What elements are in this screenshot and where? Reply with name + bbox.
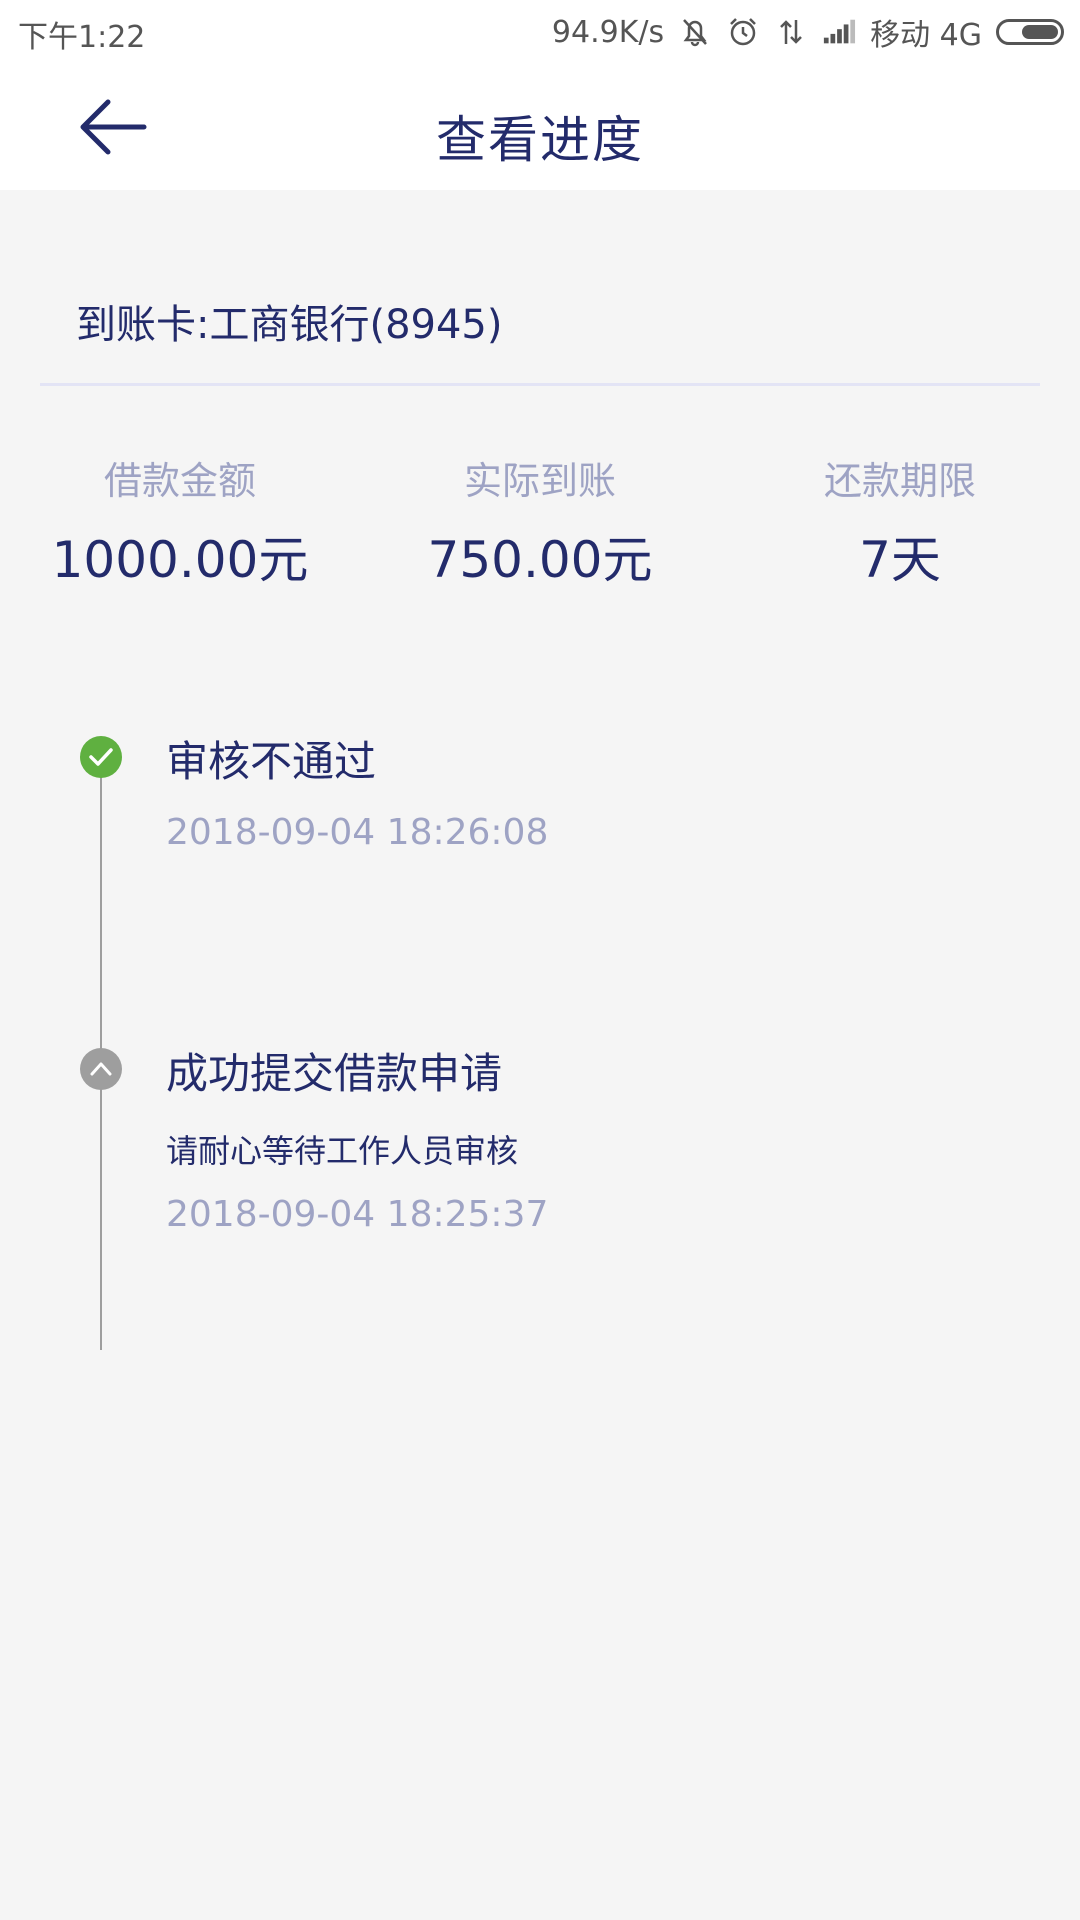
battery-icon [996, 19, 1064, 45]
stat-label: 实际到账 [463, 459, 616, 503]
chevron-up-icon [80, 1048, 122, 1090]
data-arrows-icon [774, 15, 808, 49]
timeline-time: 2018-09-04 18:25:37 [166, 1194, 549, 1235]
stat-label: 还款期限 [823, 459, 976, 503]
check-icon [80, 736, 122, 778]
timeline-subtitle: 请耐心等待工作人员审核 [166, 1132, 519, 1170]
status-bar: 下午1:22 94.9K/s 移动 4G [0, 0, 1080, 60]
stat-value: 1000.00元 [51, 531, 309, 589]
stat-value: 7天 [859, 531, 941, 589]
bell-muted-icon [678, 15, 712, 49]
status-time: 下午1:22 [18, 20, 146, 55]
timeline-title: 审核不通过 [166, 737, 377, 786]
stat-value: 750.00元 [427, 531, 653, 589]
network-speed: 94.9K/s [551, 14, 665, 50]
status-right: 94.9K/s 移动 4G [552, 10, 1064, 54]
receiving-card: 到账卡:工商银行(8945) [76, 302, 503, 348]
stat-loan-amount: 借款金额 1000.00元 [0, 450, 360, 592]
stat-label: 借款金额 [103, 459, 256, 503]
divider [40, 383, 1040, 386]
timeline-time: 2018-09-04 18:26:08 [166, 812, 549, 853]
timeline-title: 成功提交借款申请 [166, 1049, 503, 1098]
carrier-label: 移动 4G [870, 18, 982, 53]
alarm-icon [726, 15, 760, 49]
loan-stats: 借款金额 1000.00元 实际到账 750.00元 还款期限 7天 [0, 450, 1080, 592]
app-header: 查看进度 [0, 60, 1080, 190]
page-title: 查看进度 [436, 111, 644, 169]
signal-icon [822, 15, 856, 49]
stat-repayment-term: 还款期限 7天 [720, 450, 1080, 592]
stat-actual-received: 实际到账 750.00元 [360, 450, 720, 592]
